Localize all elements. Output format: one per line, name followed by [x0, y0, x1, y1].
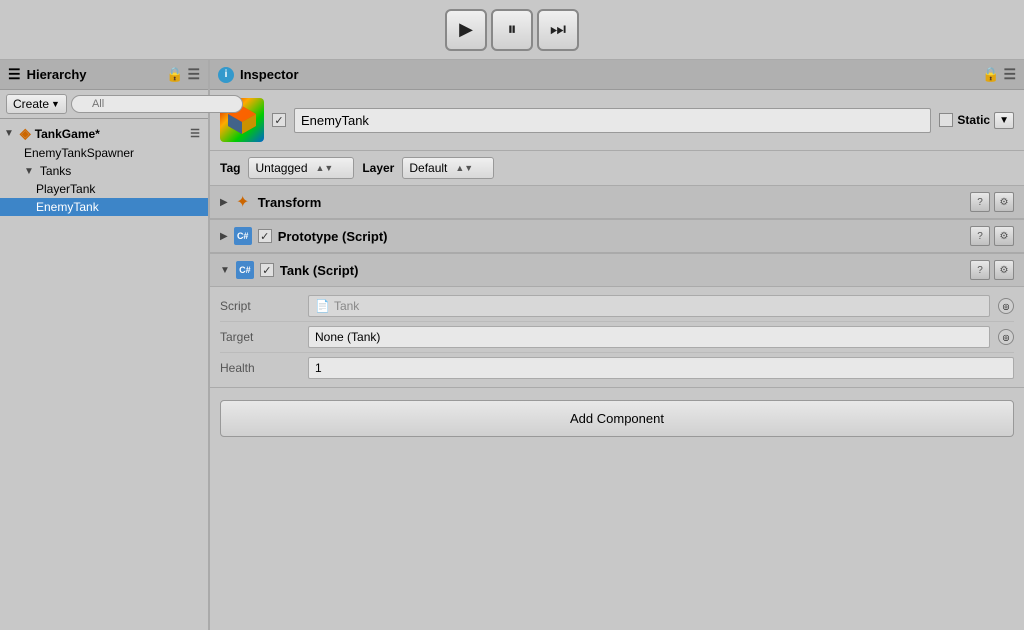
hierarchy-tree: ▼ ◈ TankGame* ☰ EnemyTankSpawner ▼ Tanks…: [0, 119, 208, 630]
static-checkbox[interactable]: [939, 113, 953, 127]
play-button[interactable]: ▶: [445, 9, 487, 51]
toolbar: ▶ ⏸ ⏭: [0, 0, 1024, 60]
script-field-row: Script 📄 Tank ◎: [220, 291, 1014, 322]
tank-title: Tank (Script): [280, 263, 964, 278]
inspector-menu-icon[interactable]: ☰: [1003, 66, 1016, 83]
tag-label: Tag: [220, 161, 240, 175]
hierarchy-title: Hierarchy: [27, 67, 87, 82]
inspector-panel: i Inspector 🔒 ☰: [210, 60, 1024, 630]
prototype-cs-icon: C#: [234, 227, 252, 245]
health-field-row: Health 1: [220, 353, 1014, 383]
tank-arrow: ▼: [220, 265, 230, 276]
layer-dropdown-arrow: ▲▼: [455, 163, 473, 173]
tankgame-arrow: ▼: [4, 128, 14, 139]
prototype-arrow: ▶: [220, 231, 228, 242]
tankgame-menu-icon: ☰: [190, 127, 200, 140]
hierarchy-item-enemytank[interactable]: EnemyTank: [0, 198, 208, 216]
tank-component: ▼ C# Tank (Script) ? ⚙ Script 📄: [210, 254, 1024, 388]
hierarchy-menu-icon[interactable]: ☰: [187, 66, 200, 83]
transform-component: ▶ ✦ Transform ? ⚙: [210, 186, 1024, 220]
tank-help-button[interactable]: ?: [970, 260, 990, 280]
prototype-buttons: ? ⚙: [970, 226, 1014, 246]
script-value: Tank: [334, 299, 359, 313]
tank-component-header[interactable]: ▼ C# Tank (Script) ? ⚙: [210, 254, 1024, 287]
transform-settings-button[interactable]: ⚙: [994, 192, 1014, 212]
hierarchy-item-tanks[interactable]: ▼ Tanks: [0, 162, 208, 180]
layer-label: Layer: [362, 161, 394, 175]
hierarchy-item-label: Tanks: [40, 164, 71, 178]
gameobject-active-checkbox[interactable]: [272, 113, 286, 127]
inspector-icon: i: [218, 67, 234, 83]
script-circle-button[interactable]: ◎: [998, 298, 1014, 314]
pause-button[interactable]: ⏸: [491, 9, 533, 51]
layer-value: Default: [409, 161, 447, 175]
hierarchy-lock-icon[interactable]: 🔒: [166, 66, 183, 83]
script-field-value: 📄 Tank: [308, 295, 990, 317]
layer-dropdown[interactable]: Default ▲▼: [402, 157, 494, 179]
prototype-help-button[interactable]: ?: [970, 226, 990, 246]
inspector-lock-icon[interactable]: 🔒: [982, 66, 999, 83]
inspector-header-icons: 🔒 ☰: [982, 66, 1016, 83]
hierarchy-panel: ☰ Hierarchy 🔒 ☰ Create ▼ 🔍 ▼ ◈ TankGame*: [0, 60, 210, 630]
hierarchy-search-bar: Create ▼ 🔍: [0, 90, 208, 119]
main-content: ☰ Hierarchy 🔒 ☰ Create ▼ 🔍 ▼ ◈ TankGame*: [0, 60, 1024, 630]
transform-buttons: ? ⚙: [970, 192, 1014, 212]
target-field-value[interactable]: None (Tank): [308, 326, 990, 348]
hierarchy-list-icon: ☰: [8, 66, 21, 83]
hierarchy-header-icons: 🔒 ☰: [166, 66, 200, 83]
transform-help-button[interactable]: ?: [970, 192, 990, 212]
tank-buttons: ? ⚙: [970, 260, 1014, 280]
tank-cs-icon: C#: [236, 261, 254, 279]
hierarchy-header: ☰ Hierarchy 🔒 ☰: [0, 60, 208, 90]
target-circle-button[interactable]: ◎: [998, 329, 1014, 345]
hierarchy-search-input[interactable]: [71, 95, 243, 113]
target-value: None (Tank): [315, 330, 380, 344]
hierarchy-item-label: PlayerTank: [36, 182, 95, 196]
gameobject-bar: Static ▼: [210, 90, 1024, 151]
hierarchy-item-playertank[interactable]: PlayerTank: [0, 180, 208, 198]
add-component-button[interactable]: Add Component: [220, 400, 1014, 437]
static-area: Static ▼: [939, 112, 1014, 129]
hierarchy-create-button[interactable]: Create ▼: [6, 94, 67, 114]
step-button[interactable]: ⏭: [537, 9, 579, 51]
unity-icon: ◈: [20, 125, 31, 142]
create-dropdown-arrow: ▼: [51, 99, 60, 109]
health-field-value[interactable]: 1: [308, 357, 1014, 379]
tank-settings-button[interactable]: ⚙: [994, 260, 1014, 280]
tag-layer-bar: Tag Untagged ▲▼ Layer Default ▲▼: [210, 151, 1024, 186]
script-field-label: Script: [220, 299, 300, 313]
gameobject-name-input[interactable]: [294, 108, 931, 133]
transform-icon: ✦: [234, 193, 252, 211]
health-field-label: Health: [220, 361, 300, 375]
inspector-header: i Inspector 🔒 ☰: [210, 60, 1024, 90]
hierarchy-item-label: EnemyTankSpawner: [24, 146, 134, 160]
hierarchy-item-enemytankspawner[interactable]: EnemyTankSpawner: [0, 144, 208, 162]
tank-active-checkbox[interactable]: [260, 263, 274, 277]
inspector-body: Static ▼ Tag Untagged ▲▼ Layer Default ▲…: [210, 90, 1024, 630]
tag-value: Untagged: [255, 161, 307, 175]
static-dropdown-button[interactable]: ▼: [994, 112, 1014, 129]
hierarchy-item-label: EnemyTank: [36, 200, 99, 214]
prototype-settings-button[interactable]: ⚙: [994, 226, 1014, 246]
prototype-component: ▶ C# Prototype (Script) ? ⚙: [210, 220, 1024, 254]
prototype-component-header[interactable]: ▶ C# Prototype (Script) ? ⚙: [210, 220, 1024, 253]
prototype-title: Prototype (Script): [278, 229, 964, 244]
transform-component-header[interactable]: ▶ ✦ Transform ? ⚙: [210, 186, 1024, 219]
static-label: Static: [957, 113, 990, 127]
hierarchy-item-label: TankGame*: [35, 127, 100, 141]
inspector-title: Inspector: [240, 67, 299, 82]
transform-arrow: ▶: [220, 197, 228, 208]
tank-fields: Script 📄 Tank ◎ Target None (Tank) ◎: [210, 287, 1024, 387]
script-file-icon: 📄: [315, 299, 330, 313]
target-field-row: Target None (Tank) ◎: [220, 322, 1014, 353]
tanks-arrow: ▼: [24, 166, 34, 177]
transform-title: Transform: [258, 195, 964, 210]
search-wrapper: 🔍: [71, 95, 243, 113]
hierarchy-item-tankgame[interactable]: ▼ ◈ TankGame* ☰: [0, 123, 208, 144]
prototype-active-checkbox[interactable]: [258, 229, 272, 243]
target-field-label: Target: [220, 330, 300, 344]
tag-dropdown-arrow: ▲▼: [316, 163, 334, 173]
health-value: 1: [315, 361, 322, 375]
tag-dropdown[interactable]: Untagged ▲▼: [248, 157, 354, 179]
